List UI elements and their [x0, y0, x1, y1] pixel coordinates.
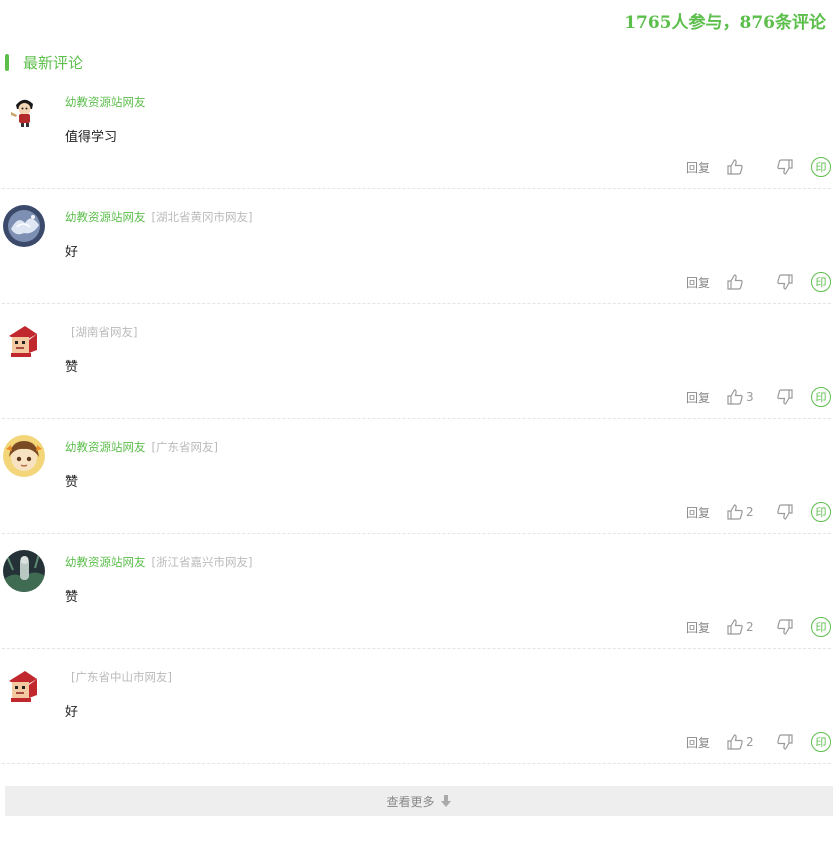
section-header: 最新评论	[5, 52, 83, 72]
section-accent-bar	[5, 53, 9, 71]
comment-item: [广东省中山市网友] 好 回复 2 印	[2, 649, 831, 764]
thumbs-up-icon	[727, 159, 743, 175]
comment-stats: 1765人参与，876条评论	[624, 13, 826, 33]
comment-meta: 幼教资源站网友 [广东省网友]	[65, 439, 218, 455]
reply-button[interactable]: 回复	[686, 389, 710, 406]
dislike-button[interactable]	[776, 503, 794, 521]
avatar[interactable]	[3, 665, 45, 707]
dislike-button[interactable]	[776, 618, 794, 636]
comment-meta: 幼教资源站网友	[65, 94, 152, 110]
dislike-button[interactable]	[776, 733, 794, 751]
thumbs-down-icon	[777, 159, 793, 175]
stamp-icon[interactable]: 印	[811, 157, 831, 177]
comment-item: 幼教资源站网友 [湖北省黄冈市网友] 好 回复 印	[2, 189, 831, 304]
comment-actions: 回复 2 印	[686, 616, 831, 638]
avatar[interactable]	[3, 90, 45, 132]
comment-location: [广东省网友]	[151, 440, 218, 454]
stamp-icon[interactable]: 印	[811, 617, 831, 637]
thumbs-down-icon	[777, 619, 793, 635]
dislike-button[interactable]	[776, 273, 794, 291]
avatar[interactable]	[3, 435, 45, 477]
comment-text: 赞	[65, 360, 79, 375]
like-count: 3	[746, 390, 754, 404]
comment-text: 好	[65, 245, 79, 260]
comment-username[interactable]: 幼教资源站网友	[65, 440, 146, 454]
like-count: 2	[746, 735, 754, 749]
like-button[interactable]: 2	[726, 503, 754, 521]
like-button[interactable]: 2	[726, 733, 754, 751]
load-more-button[interactable]: 查看更多	[5, 786, 833, 816]
comment-text: 赞	[65, 475, 79, 490]
avatar[interactable]	[3, 320, 45, 362]
stamp-icon[interactable]: 印	[811, 387, 831, 407]
comment-meta: [广东省中山市网友]	[65, 669, 172, 685]
stamp-icon[interactable]: 印	[811, 272, 831, 292]
reply-button[interactable]: 回复	[686, 274, 710, 291]
reply-button[interactable]: 回复	[686, 619, 710, 636]
avatar[interactable]	[3, 550, 45, 592]
comment-text: 值得学习	[65, 130, 118, 145]
comment-list: 幼教资源站网友 值得学习 回复 印 幼教资源站网友 [湖北省黄冈市网友] 好 回…	[2, 74, 831, 764]
comment-location: [湖南省网友]	[71, 325, 138, 339]
comment-item: 幼教资源站网友 [广东省网友] 赞 回复 2 印	[2, 419, 831, 534]
thumbs-down-icon	[777, 504, 793, 520]
reply-button[interactable]: 回复	[686, 734, 710, 751]
comment-actions: 回复 印	[686, 156, 831, 178]
thumbs-down-icon	[777, 389, 793, 405]
avatar[interactable]	[3, 205, 45, 247]
comment-actions: 回复 3 印	[686, 386, 831, 408]
thumbs-up-icon	[727, 734, 743, 750]
thumbs-down-icon	[777, 274, 793, 290]
comment-actions: 回复 印	[686, 271, 831, 293]
dislike-button[interactable]	[776, 158, 794, 176]
stamp-icon[interactable]: 印	[811, 732, 831, 752]
like-count: 2	[746, 505, 754, 519]
thumbs-up-icon	[727, 504, 743, 520]
section-title: 最新评论	[23, 53, 84, 72]
comment-location: [湖北省黄冈市网友]	[151, 210, 253, 224]
thumbs-up-icon	[727, 389, 743, 405]
like-count: 2	[746, 620, 754, 634]
thumbs-up-icon	[727, 274, 743, 290]
reply-button[interactable]: 回复	[686, 159, 710, 176]
comment-username[interactable]: 幼教资源站网友	[65, 95, 146, 109]
load-more-label: 查看更多	[386, 794, 435, 809]
comment-username[interactable]: 幼教资源站网友	[65, 210, 146, 224]
like-button[interactable]	[726, 158, 754, 176]
comment-item: 幼教资源站网友 值得学习 回复 印	[2, 74, 831, 189]
comment-location: [浙江省嘉兴市网友]	[151, 555, 253, 569]
comment-location: [广东省中山市网友]	[71, 670, 172, 684]
dislike-button[interactable]	[776, 388, 794, 406]
comment-text: 好	[65, 705, 79, 720]
comment-item: [湖南省网友] 赞 回复 3 印	[2, 304, 831, 419]
comment-username[interactable]: 幼教资源站网友	[65, 555, 146, 569]
comment-meta: [湖南省网友]	[65, 324, 137, 340]
like-button[interactable]: 3	[726, 388, 754, 406]
comment-actions: 回复 2 印	[686, 501, 831, 523]
thumbs-up-icon	[727, 619, 743, 635]
reply-button[interactable]: 回复	[686, 504, 710, 521]
comment-meta: 幼教资源站网友 [浙江省嘉兴市网友]	[65, 554, 252, 570]
thumbs-down-icon	[777, 734, 793, 750]
comment-meta: 幼教资源站网友 [湖北省黄冈市网友]	[65, 209, 252, 225]
stamp-icon[interactable]: 印	[811, 502, 831, 522]
like-button[interactable]: 2	[726, 618, 754, 636]
comment-actions: 回复 2 印	[686, 731, 831, 753]
like-button[interactable]	[726, 273, 754, 291]
comment-item: 幼教资源站网友 [浙江省嘉兴市网友] 赞 回复 2 印	[2, 534, 831, 649]
comment-text: 赞	[65, 590, 79, 605]
arrow-down-icon	[440, 794, 451, 807]
